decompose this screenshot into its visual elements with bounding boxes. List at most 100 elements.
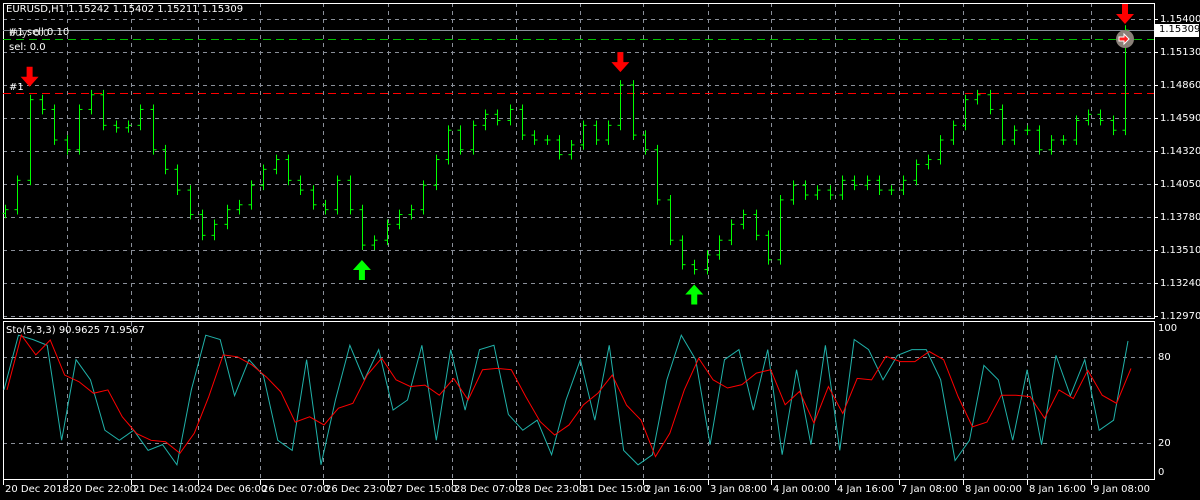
price-bar	[297, 175, 304, 195]
price-bar	[1097, 109, 1104, 126]
symbol-info: EURUSD,H1 1.15242 1.15402 1.15211 1.1530…	[6, 4, 244, 15]
price-bar	[704, 250, 711, 275]
price-tick-label: 1.13780	[1160, 211, 1200, 223]
indicator-pane-border	[3, 321, 1155, 480]
price-bar	[1036, 125, 1043, 155]
stochastic-tick-label: 20	[1158, 437, 1171, 449]
price-bar	[507, 104, 514, 126]
price-bar	[88, 89, 95, 115]
price-tick-label: 1.12970	[1160, 310, 1200, 322]
buy-arrow-icon	[685, 284, 704, 305]
price-bar	[174, 164, 181, 195]
price-bar	[334, 175, 341, 215]
price-bar	[482, 109, 489, 131]
time-tick-label: 31 Dec 15:00	[582, 484, 650, 495]
price-tick-label: 1.15400	[1160, 13, 1200, 25]
price-bar	[445, 125, 452, 165]
current-price-label: 1.15309	[1159, 24, 1200, 35]
price-bar	[839, 175, 846, 200]
time-tick-label: 26 Dec 07:00	[262, 484, 330, 495]
price-bar	[679, 235, 686, 270]
price-bar	[740, 209, 747, 230]
price-bar	[100, 89, 107, 131]
time-tick-label: 21 Dec 14:00	[133, 484, 201, 495]
price-bar	[1073, 115, 1080, 145]
time-tick-label: 4 Jan 00:00	[773, 484, 830, 495]
sell-arrow-icon	[611, 52, 630, 73]
price-bar	[273, 154, 280, 175]
price-bar	[1060, 135, 1067, 145]
price-bar	[519, 104, 526, 140]
price-bar	[814, 185, 821, 200]
price-tick-label: 1.14590	[1160, 112, 1200, 124]
price-bar	[777, 195, 784, 265]
stochastic-tick-label: 100	[1158, 322, 1178, 334]
price-bar	[802, 180, 809, 200]
price-bar	[384, 219, 391, 246]
stochastic-signal-line	[6, 334, 1132, 458]
price-bar	[14, 175, 21, 215]
price-bar	[950, 120, 957, 145]
time-tick-label: 8 Jan 00:00	[965, 484, 1022, 495]
price-bar	[728, 219, 735, 246]
price-bar	[531, 130, 538, 145]
price-bar	[568, 140, 575, 160]
buy-arrow-icon	[352, 260, 371, 280]
price-bar	[765, 230, 772, 265]
chart-canvas[interactable]	[0, 0, 1200, 500]
price-bar	[544, 135, 551, 145]
time-tick-label: 28 Dec 07:00	[454, 484, 522, 495]
time-tick-label: 20 Dec 2018	[5, 484, 69, 495]
price-bar	[654, 144, 661, 205]
price-bar	[716, 235, 723, 260]
price-bar	[39, 94, 46, 115]
time-tick-label: 3 Jan 08:00	[710, 484, 767, 495]
price-bar	[888, 185, 895, 195]
price-tick-label: 1.14320	[1160, 145, 1200, 157]
price-bar	[1085, 109, 1092, 126]
price-bar	[347, 175, 354, 215]
price-bar	[457, 125, 464, 155]
price-bar	[630, 80, 637, 140]
time-tick-label: 28 Dec 23:00	[518, 484, 586, 495]
price-bar	[162, 144, 169, 175]
price-bar	[260, 164, 267, 191]
time-tick-label: 2 Jan 16:00	[645, 484, 702, 495]
stochastic-tick-label: 80	[1158, 351, 1171, 363]
price-bar	[76, 104, 83, 155]
price-bar	[494, 109, 501, 126]
price-tick-label: 1.14050	[1160, 178, 1200, 190]
price-bar	[876, 175, 883, 195]
main-pane-border	[3, 3, 1155, 319]
price-bar	[310, 185, 317, 210]
order-info-2: sel: 0.0	[9, 42, 46, 53]
price-bar	[617, 80, 624, 131]
price-bar	[137, 104, 144, 131]
order-info-1: #1 sell 0.10	[9, 27, 70, 38]
price-bar	[913, 159, 920, 186]
price-bars	[2, 25, 1129, 275]
price-bar	[420, 180, 427, 215]
price-bar	[900, 175, 907, 195]
time-tick-label: 26 Dec 23:00	[325, 484, 393, 495]
price-bar	[199, 209, 206, 241]
price-bar	[864, 175, 871, 191]
price-bar	[285, 154, 292, 186]
price-bar	[359, 204, 366, 250]
price-bar	[691, 259, 698, 275]
order-marker: #1	[9, 82, 24, 93]
time-tick-label: 24 Dec 06:00	[200, 484, 268, 495]
price-bar	[27, 94, 34, 186]
time-tick-label: 4 Jan 16:00	[837, 484, 894, 495]
price-bar	[248, 180, 255, 210]
price-bar	[593, 120, 600, 145]
price-bar	[187, 185, 194, 220]
close-position-icon[interactable]	[1116, 30, 1134, 48]
price-bar	[999, 104, 1006, 145]
price-bar	[150, 104, 157, 155]
time-tick-label: 8 Jan 16:00	[1029, 484, 1086, 495]
stochastic-tick-label: 0	[1158, 466, 1165, 478]
price-bar	[974, 89, 981, 105]
time-tick-label: 7 Jan 08:00	[901, 484, 958, 495]
stochastic-title: Sto(5,3,3) 90.9625 71.9567	[6, 325, 145, 336]
